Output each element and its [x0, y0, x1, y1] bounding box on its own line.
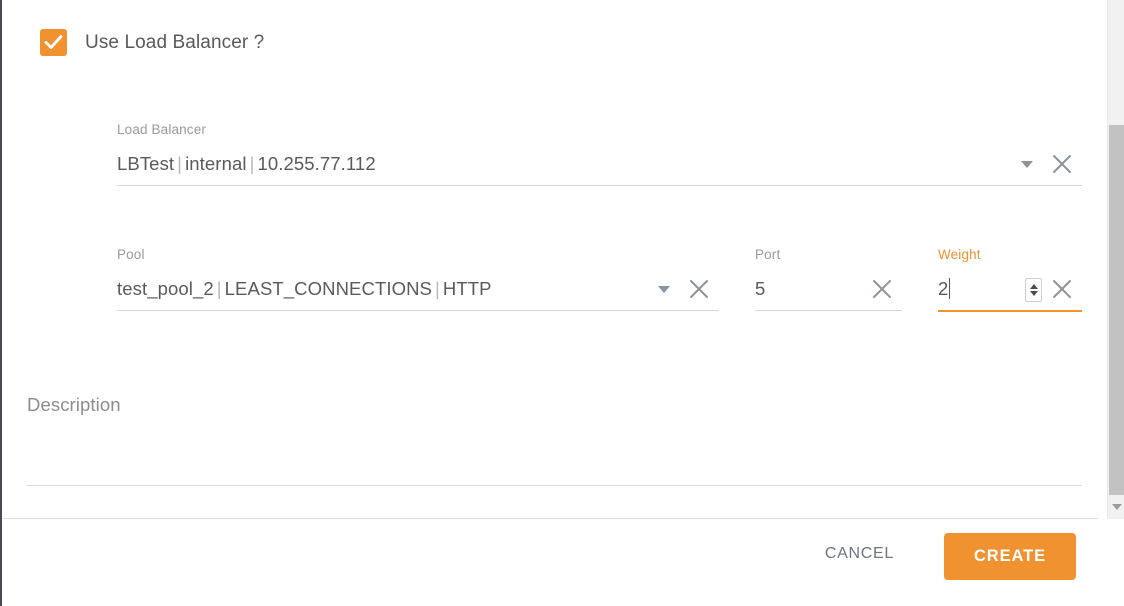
pool-value-protocol: HTTP — [442, 278, 492, 299]
create-dialog: Use Load Balancer ? Load Balancer LBTest… — [0, 0, 1124, 606]
port-control[interactable]: 5 — [755, 276, 902, 311]
value-separator: | — [249, 153, 255, 174]
port-field: Port 5 — [755, 247, 902, 311]
weight-underline — [938, 310, 1082, 312]
stepper-up-icon[interactable] — [1029, 284, 1038, 289]
close-icon — [1053, 280, 1071, 298]
vertical-scrollbar[interactable] — [1107, 0, 1124, 519]
dialog-scroll-body: Use Load Balancer ? Load Balancer LBTest… — [2, 0, 1098, 518]
pool-value-algorithm: LEAST_CONNECTIONS — [224, 278, 432, 299]
load-balancer-value-scope: internal — [185, 153, 247, 174]
weight-stepper[interactable] — [1025, 278, 1042, 302]
weight-field: Weight 2 — [938, 247, 1082, 312]
pool-value-name: test_pool_2 — [117, 278, 214, 299]
stepper-down-icon[interactable] — [1029, 291, 1038, 296]
weight-control[interactable]: 2 — [938, 276, 1082, 312]
close-icon — [873, 280, 891, 298]
weight-clear-button[interactable] — [1042, 276, 1082, 302]
close-icon — [690, 280, 708, 298]
load-balancer-field: Load Balancer LBTest | internal | 10.255.77.… — [117, 122, 1082, 186]
use-load-balancer-label: Use Load Balancer ? — [85, 31, 265, 53]
text-caret — [949, 278, 951, 299]
check-icon — [44, 35, 63, 49]
pool-control[interactable]: test_pool_2 | LEAST_CONNECTIONS | HTTP — [117, 276, 719, 311]
port-label: Port — [755, 247, 781, 262]
load-balancer-label: Load Balancer — [117, 122, 207, 137]
description-label: Description — [27, 394, 121, 415]
description-field[interactable]: Description — [27, 394, 1082, 486]
weight-value-text: 2 — [938, 278, 949, 299]
load-balancer-dropdown-button[interactable] — [1012, 151, 1042, 177]
load-balancer-control[interactable]: LBTest | internal | 10.255.77.112 — [117, 151, 1082, 186]
port-input[interactable]: 5 — [755, 276, 862, 302]
chevron-down-icon — [1111, 504, 1122, 510]
chevron-down-icon — [1021, 160, 1033, 168]
pool-field: Pool test_pool_2 | LEAST_CONNECTIONS | HTTP — [117, 247, 719, 311]
load-balancer-value-ip: 10.255.77.112 — [257, 153, 376, 174]
load-balancer-underline — [117, 185, 1082, 186]
value-separator: | — [177, 153, 183, 174]
pool-label: Pool — [117, 247, 145, 262]
create-button[interactable]: CREATE — [943, 533, 1076, 580]
pool-value: test_pool_2 | LEAST_CONNECTIONS | HTTP — [117, 276, 649, 302]
weight-input[interactable]: 2 — [938, 276, 1025, 302]
value-separator: | — [434, 278, 440, 299]
use-load-balancer-checkbox[interactable] — [40, 29, 67, 56]
dialog-footer: CANCEL CREATE — [2, 519, 1098, 606]
port-underline — [755, 310, 902, 311]
use-load-balancer-row[interactable]: Use Load Balancer ? — [40, 29, 264, 56]
pool-underline — [117, 310, 719, 311]
load-balancer-value: LBTest | internal | 10.255.77.112 — [117, 151, 1012, 177]
pool-clear-button[interactable] — [679, 276, 719, 302]
port-clear-button[interactable] — [862, 276, 902, 302]
scrollbar-down-button[interactable] — [1108, 497, 1124, 517]
load-balancer-clear-button[interactable] — [1042, 151, 1082, 177]
chevron-down-icon — [658, 285, 670, 293]
value-separator: | — [216, 278, 222, 299]
description-underline — [27, 485, 1082, 486]
close-icon — [1053, 155, 1071, 173]
weight-label: Weight — [938, 247, 981, 262]
scrollbar-thumb[interactable] — [1109, 125, 1124, 495]
load-balancer-value-name: LBTest — [117, 153, 175, 174]
cancel-button[interactable]: CANCEL — [807, 533, 912, 575]
pool-dropdown-button[interactable] — [649, 276, 679, 302]
